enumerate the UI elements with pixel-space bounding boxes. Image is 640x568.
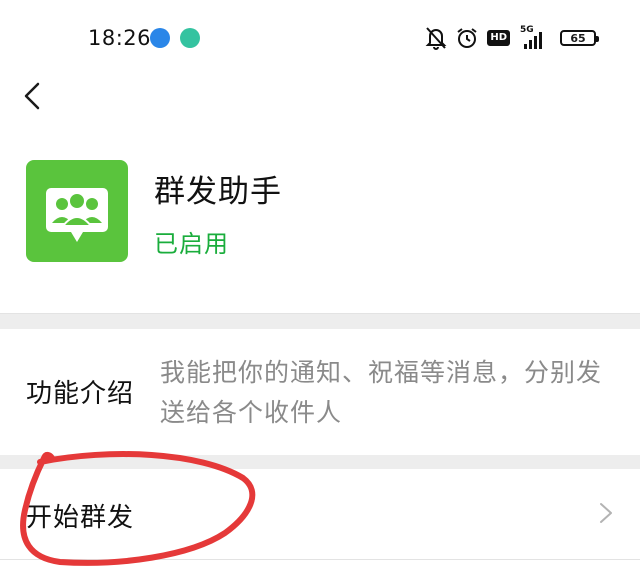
hd-badge: HD [487, 30, 510, 46]
notification-app-icon [150, 28, 170, 48]
group-send-app-icon [26, 160, 128, 262]
group-people-icon [46, 188, 108, 242]
signal-strength-icon: 5G [518, 25, 552, 51]
bottom-divider [0, 559, 640, 560]
intro-description: 我能把你的通知、祝福等消息，分别发送给各个收件人 [160, 358, 603, 427]
section-spacer-2 [0, 455, 640, 469]
battery-icon: 65 [560, 30, 599, 46]
intro-label: 功能介绍 [26, 379, 135, 409]
function-intro-row: 功能介绍 我能把你的通知、祝福等消息，分别发送给各个收件人 [0, 329, 640, 455]
message-app-icon [180, 28, 200, 48]
chevron-right-icon [600, 503, 612, 523]
app-header: 群发助手 已启用 [26, 160, 626, 264]
mute-bell-icon [425, 27, 447, 50]
status-icons: HD 5G 65 [425, 24, 599, 52]
back-button[interactable] [16, 74, 52, 118]
start-group-send-label: 开始群发 [26, 503, 135, 533]
status-bar: 18:26 HD 5G 65 [0, 0, 640, 76]
chevron-left-icon [24, 82, 40, 110]
battery-level: 65 [570, 31, 586, 45]
status-time: 18:26 [88, 26, 152, 50]
alarm-clock-icon [457, 28, 477, 48]
app-name: 群发助手 [154, 174, 282, 210]
start-group-send-row[interactable]: 开始群发 [0, 469, 640, 559]
app-status: 已启用 [154, 230, 229, 258]
section-spacer [0, 314, 640, 329]
